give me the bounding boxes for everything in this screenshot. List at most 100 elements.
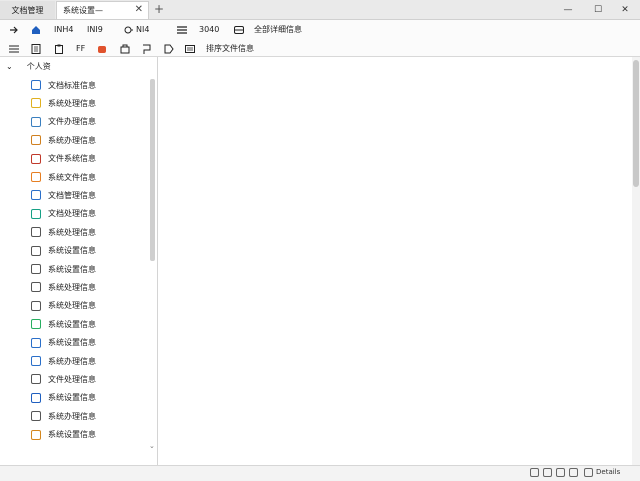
save-icon — [31, 245, 41, 256]
sidebar-item[interactable]: 系统设置信息 — [31, 427, 96, 443]
details-button[interactable]: 全部详细信息 — [234, 22, 302, 37]
share-box-icon — [120, 44, 130, 53]
user-blue-icon — [31, 190, 41, 201]
status-icon-2[interactable] — [543, 468, 552, 477]
sidebar-item[interactable]: 系统处理信息 — [31, 298, 96, 314]
sidebar-item[interactable]: 系统办理信息 — [31, 408, 96, 424]
sidebar-item[interactable]: 文件处理信息 — [31, 371, 96, 387]
chart-teal-icon — [31, 208, 41, 219]
tab-1[interactable]: 文档管理 — [0, 1, 55, 19]
tag-button[interactable] — [164, 41, 174, 56]
sidebar-item[interactable]: 文档标准信息 — [31, 77, 96, 93]
toolbar-item-2[interactable]: INI9 — [87, 22, 103, 37]
toolbar-secondary: FF 排序文件信息 — [0, 39, 640, 57]
status-icon-4[interactable] — [569, 468, 578, 477]
toolbar-item-4[interactable]: 3040 — [199, 22, 219, 37]
sidebar: ⌄ 个人资 文档标准信息 系统处理信息 文件办理信息 系统办理信息 文件系统信息 系统文件… — [0, 57, 158, 465]
close-icon: ✕ — [621, 4, 629, 15]
hamburger-icon — [9, 45, 19, 52]
sort-button[interactable]: 排序文件信息 — [206, 41, 254, 56]
menu-button[interactable] — [9, 41, 19, 56]
status-icon-3[interactable] — [556, 468, 565, 477]
tab-2-label: 系统设置— — [63, 6, 103, 15]
ff-label: FF — [76, 44, 86, 53]
sidebar-item[interactable]: 系统设置信息 — [31, 261, 96, 277]
bag-red-icon — [98, 45, 106, 53]
status-bar: Details — [0, 465, 640, 481]
sidebar-item-label: 系统办理信息 — [48, 356, 96, 366]
link-icon — [31, 356, 41, 366]
paste-button[interactable] — [54, 41, 64, 56]
sidebar-item-label: 系统设置信息 — [48, 393, 96, 403]
sidebar-item-label: 系统办理信息 — [48, 135, 96, 145]
sidebar-item-label: 系统办理信息 — [48, 411, 96, 421]
content-area[interactable] — [158, 57, 632, 465]
refresh-icon — [31, 300, 41, 311]
headphone-icon — [31, 227, 41, 238]
sidebar-item[interactable]: 系统处理信息 — [31, 224, 96, 240]
sidebar-item[interactable]: 系统设置信息 — [31, 316, 96, 332]
window-icon — [185, 44, 195, 53]
record-red-icon — [31, 153, 41, 164]
close-button[interactable]: ✕ — [610, 0, 640, 19]
back-button[interactable] — [9, 22, 19, 37]
sidebar-item[interactable]: 系统文件信息 — [31, 169, 96, 185]
status-icon-5[interactable] — [584, 468, 593, 477]
sidebar-item[interactable]: 系统设置信息 — [31, 390, 96, 406]
sidebar-item-label: 系统设置信息 — [48, 338, 96, 348]
main-scrollbar-thumb[interactable] — [633, 60, 639, 187]
sidebar-header[interactable]: ⌄ 个人资 — [6, 61, 51, 72]
notes-icon — [31, 116, 41, 127]
sidebar-item-label: 系统处理信息 — [48, 98, 96, 108]
sidebar-item[interactable]: 文档管理信息 — [31, 187, 96, 203]
details-label: 全部详细信息 — [254, 25, 302, 34]
ff-button[interactable]: FF — [76, 41, 85, 56]
view-button[interactable] — [185, 41, 195, 56]
cloud-icon — [31, 337, 41, 348]
sidebar-item[interactable]: 文件系统信息 — [31, 151, 96, 167]
clock-yellow-icon — [31, 98, 41, 109]
sidebar-item[interactable]: 系统设置信息 — [31, 243, 96, 259]
flag-button[interactable] — [142, 41, 152, 56]
sidebar-item[interactable]: 系统处理信息 — [31, 279, 96, 295]
sidebar-item-label: 文档处理信息 — [48, 209, 96, 219]
toolbar-item-4-label: 3040 — [199, 25, 220, 34]
maximize-button[interactable]: ☐ — [583, 0, 613, 19]
sidebar-item-label: 系统设置信息 — [48, 319, 96, 329]
picture-orange-icon — [31, 172, 41, 182]
toolbar-item-3[interactable]: NI4 — [123, 22, 149, 37]
sidebar-item[interactable]: 文件办理信息 — [31, 114, 96, 130]
toolbar-item-1[interactable]: INH4 — [54, 22, 73, 37]
sidebar-item-label: 系统处理信息 — [48, 282, 96, 292]
flag-icon — [143, 44, 151, 54]
new-tab-icon[interactable]: + — [154, 2, 164, 16]
sidebar-scrollbar[interactable] — [150, 79, 155, 261]
sidebar-item[interactable]: 文档处理信息 — [31, 206, 96, 222]
tab-2-active[interactable]: 系统设置— ✕ — [56, 1, 149, 19]
rename-button[interactable] — [97, 41, 107, 56]
minimize-button[interactable]: — — [553, 0, 583, 19]
sidebar-item[interactable]: 系统设置信息 — [31, 335, 96, 351]
tab-1-label: 文档管理 — [11, 5, 44, 15]
arrow-right-icon — [10, 26, 18, 33]
doc-button[interactable] — [31, 41, 41, 56]
sidebar-item-label: 系统设置信息 — [48, 430, 96, 440]
sort-label: 排序文件信息 — [206, 44, 254, 53]
home-button[interactable] — [31, 22, 41, 37]
sidebar-item[interactable]: 系统办理信息 — [31, 132, 96, 148]
sidebar-item[interactable]: 系统办理信息 — [31, 353, 96, 369]
chevron-down-icon[interactable]: ⌄ — [6, 62, 13, 71]
clipboard-icon — [55, 44, 63, 54]
list-view-button[interactable] — [177, 22, 187, 37]
image-file-icon — [31, 135, 41, 146]
minimize-icon: — — [563, 4, 573, 15]
tab-close-icon[interactable]: ✕ — [135, 4, 143, 15]
sidebar-item-label: 文档标准信息 — [48, 80, 96, 90]
drive-icon — [234, 25, 244, 34]
share-button[interactable] — [120, 41, 130, 56]
tag-icon — [164, 44, 174, 53]
grid-icon — [31, 374, 41, 385]
status-icon-1[interactable] — [530, 468, 539, 477]
scroll-down-icon[interactable]: ⌄ — [149, 442, 155, 450]
sidebar-item[interactable]: 系统处理信息 — [31, 95, 96, 111]
